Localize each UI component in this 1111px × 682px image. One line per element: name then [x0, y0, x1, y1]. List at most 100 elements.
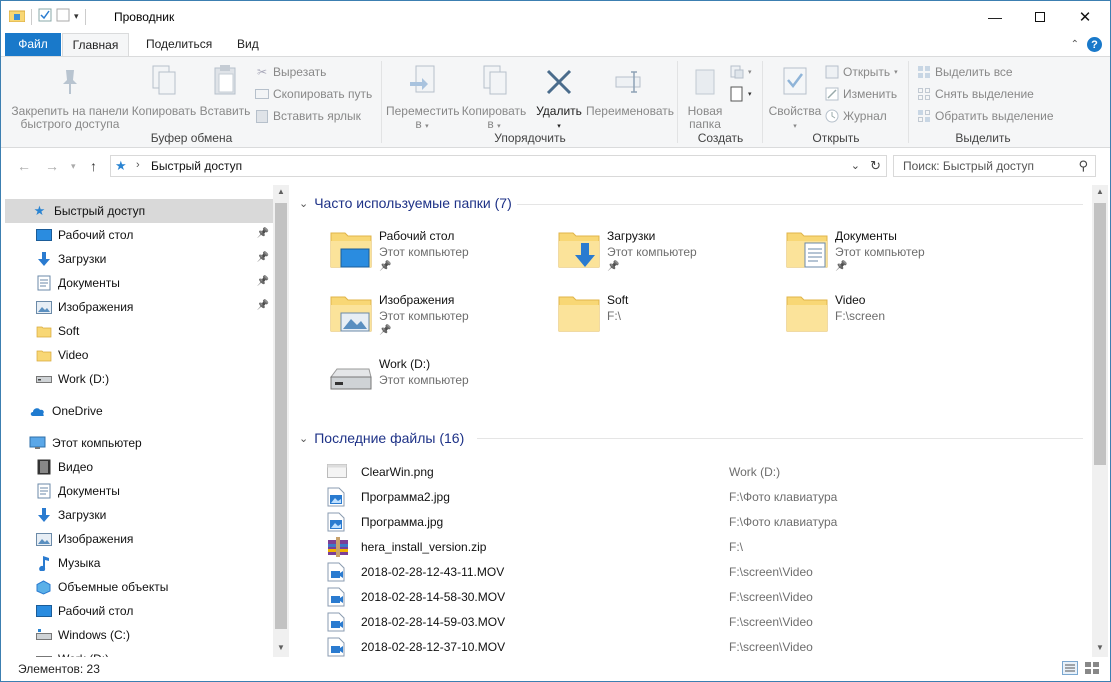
- file-row[interactable]: Программа.jpg F:\Фото клавиатура: [327, 509, 1087, 534]
- cut-button[interactable]: ✂ Вырезать: [255, 65, 326, 79]
- file-row[interactable]: 2018-02-28-14-59-03.MOV F:\screen\Video: [327, 609, 1087, 634]
- tab-file[interactable]: Файл: [5, 33, 61, 56]
- collapse-chevron-icon[interactable]: ⌄: [299, 432, 308, 445]
- nav-onedrive[interactable]: OneDrive: [5, 399, 273, 423]
- nav-this-pc-item[interactable]: Windows (C:): [5, 623, 273, 647]
- new-item-button[interactable]: ▾: [730, 65, 752, 79]
- large-icons-view-icon[interactable]: [1084, 661, 1100, 678]
- nav-this-pc-item[interactable]: Рабочий стол: [5, 599, 273, 623]
- file-row[interactable]: hera_install_version.zip F:\: [327, 534, 1087, 559]
- nav-this-pc[interactable]: Этот компьютер: [5, 431, 273, 455]
- folder-tile[interactable]: Video F:\screen: [783, 291, 1003, 351]
- search-icon[interactable]: ⚲: [1078, 158, 1088, 174]
- nav-quick-access-item[interactable]: Изображения 📌: [5, 295, 273, 319]
- scroll-down-icon[interactable]: ▼: [273, 643, 289, 652]
- file-row[interactable]: 2018-02-28-14-58-30.MOV F:\screen\Video: [327, 584, 1087, 609]
- search-input[interactable]: Поиск: Быстрый доступ: [903, 159, 1034, 173]
- recent-files-header[interactable]: ⌄ Последние файлы (16): [299, 430, 464, 446]
- file-row[interactable]: ClearWin.png Work (D:): [327, 459, 1087, 484]
- maximize-button[interactable]: [1017, 1, 1063, 33]
- address-bar[interactable]: ★ › Быстрый доступ ⌄ ↻: [110, 155, 887, 177]
- back-arrow-icon[interactable]: ←: [17, 158, 31, 174]
- folder-tile[interactable]: Загрузки Этот компьютер 📌: [555, 227, 775, 287]
- folder-tile[interactable]: Рабочий стол Этот компьютер 📌: [327, 227, 547, 287]
- rename-icon: [614, 68, 644, 99]
- file-row[interactable]: 2018-02-28-12-43-11.MOV F:\screen\Video: [327, 559, 1087, 584]
- properties-button[interactable]: Свойства ▾: [767, 63, 823, 133]
- nav-quick-access-item[interactable]: Загрузки 📌: [5, 247, 273, 271]
- copy-to-button[interactable]: Копировать в ▾: [458, 63, 530, 133]
- content-scrollbar[interactable]: ▲ ▼: [1092, 185, 1108, 657]
- file-name: 2018-02-28-12-37-10.MOV: [361, 640, 506, 654]
- up-arrow-icon[interactable]: ↑: [90, 158, 97, 174]
- scrollbar-thumb[interactable]: [1094, 203, 1106, 465]
- pin-icon[interactable]: 📌: [257, 276, 269, 287]
- nav-quick-access-item[interactable]: Soft: [5, 319, 273, 343]
- pin-icon[interactable]: 📌: [257, 300, 269, 311]
- rename-button[interactable]: Переименовать: [586, 63, 674, 118]
- scrollbar-thumb[interactable]: [275, 203, 287, 629]
- file-row[interactable]: Программа2.jpg F:\Фото клавиатура: [327, 484, 1087, 509]
- collapse-chevron-icon[interactable]: ⌄: [299, 197, 308, 210]
- help-icon[interactable]: ?: [1087, 37, 1102, 52]
- nav-this-pc-item[interactable]: Объемные объекты: [5, 575, 273, 599]
- invert-selection-button[interactable]: Обратить выделение: [917, 109, 1054, 123]
- pin-icon[interactable]: 📌: [257, 228, 269, 239]
- nav-this-pc-item[interactable]: Видео: [5, 455, 273, 479]
- open-button[interactable]: Открыть ▾: [825, 65, 898, 79]
- select-all-button[interactable]: Выделить все: [917, 65, 1013, 79]
- select-none-button[interactable]: Снять выделение: [917, 87, 1034, 101]
- nav-quick-access[interactable]: ★ Быстрый доступ: [5, 199, 273, 223]
- scroll-up-icon[interactable]: ▲: [273, 187, 289, 196]
- scroll-up-icon[interactable]: ▲: [1092, 187, 1108, 196]
- nav-this-pc-item[interactable]: Документы: [5, 479, 273, 503]
- breadcrumb-path[interactable]: Быстрый доступ: [151, 159, 242, 173]
- nav-pane-scrollbar[interactable]: ▲ ▼: [273, 185, 289, 657]
- details-view-icon[interactable]: [1062, 661, 1078, 678]
- nav-this-pc-item[interactable]: Изображения: [5, 527, 273, 551]
- folder-tile[interactable]: Документы Этот компьютер 📌: [783, 227, 1003, 287]
- refresh-icon[interactable]: ↻: [870, 158, 881, 174]
- folder-tile[interactable]: Soft F:\: [555, 291, 775, 351]
- nav-quick-access-item[interactable]: Рабочий стол 📌: [5, 223, 273, 247]
- easy-access-button[interactable]: ▾: [730, 86, 752, 102]
- nav-this-pc-item[interactable]: Work (D:): [5, 647, 273, 657]
- edit-button[interactable]: Изменить: [825, 87, 897, 101]
- pin-quick-access-button[interactable]: Закрепить на панели быстрого доступа: [9, 63, 131, 131]
- new-folder-button[interactable]: Новая папка: [682, 63, 728, 131]
- frequent-folders-header[interactable]: ⌄ Часто используемые папки (7): [299, 195, 512, 211]
- tab-share[interactable]: Поделиться: [134, 33, 224, 56]
- breadcrumb-chevron-icon[interactable]: ›: [136, 159, 140, 171]
- new-folder-qat-icon[interactable]: [56, 8, 70, 25]
- move-to-button[interactable]: Переместить в ▾: [386, 63, 460, 133]
- file-row[interactable]: 2018-02-28-12-37-10.MOV F:\screen\Video: [327, 634, 1087, 657]
- minimize-button[interactable]: —: [972, 1, 1018, 33]
- history-button[interactable]: Журнал: [825, 109, 887, 123]
- select-all-icon: [917, 65, 931, 79]
- address-dropdown-icon[interactable]: ⌄: [851, 159, 860, 172]
- nav-quick-access-item[interactable]: Work (D:): [5, 367, 273, 391]
- recent-locations-icon[interactable]: ▾: [71, 161, 76, 172]
- folder-tile[interactable]: Изображения Этот компьютер 📌: [327, 291, 547, 351]
- paste-shortcut-button[interactable]: Вставить ярлык: [255, 109, 361, 123]
- close-button[interactable]: ✕: [1062, 1, 1108, 33]
- delete-button[interactable]: Удалить ▾: [532, 63, 586, 133]
- folder-tile[interactable]: Work (D:) Этот компьютер: [327, 355, 547, 415]
- search-box[interactable]: Поиск: Быстрый доступ ⚲: [893, 155, 1096, 177]
- tab-view[interactable]: Вид: [225, 33, 271, 56]
- nav-quick-access-item[interactable]: Документы 📌: [5, 271, 273, 295]
- nav-quick-access-item[interactable]: Video: [5, 343, 273, 367]
- copy-path-button[interactable]: Скопировать путь: [255, 87, 372, 101]
- ribbon-tabs: Файл Главная Поделиться Вид ⌃ ?: [1, 33, 1110, 57]
- scroll-down-icon[interactable]: ▼: [1092, 643, 1108, 652]
- pin-icon[interactable]: 📌: [257, 252, 269, 263]
- customize-qat-icon[interactable]: ▾: [74, 11, 79, 22]
- tab-home[interactable]: Главная: [62, 33, 129, 57]
- nav-this-pc-item[interactable]: Загрузки: [5, 503, 273, 527]
- paste-button[interactable]: Вставить: [197, 63, 253, 118]
- copy-button[interactable]: Копировать: [131, 63, 197, 118]
- forward-arrow-icon[interactable]: →: [45, 158, 59, 174]
- nav-this-pc-item[interactable]: Музыка: [5, 551, 273, 575]
- properties-qat-icon[interactable]: [38, 8, 52, 25]
- ribbon-collapse-icon[interactable]: ⌃: [1071, 39, 1079, 50]
